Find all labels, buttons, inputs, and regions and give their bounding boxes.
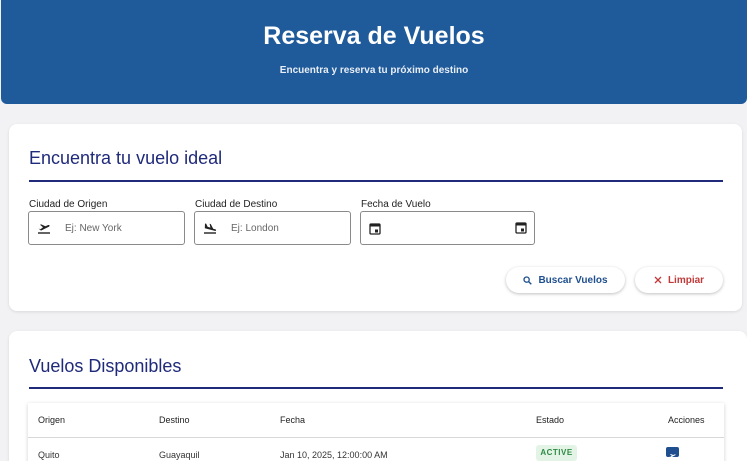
column-header-actions: Acciones	[668, 415, 705, 425]
row-date: Jan 10, 2025, 12:00:00 AM	[280, 450, 388, 460]
search-flights-label: Buscar Vuelos	[538, 274, 608, 286]
origin-placeholder: Ej: New York	[65, 223, 122, 234]
origin-label: Ciudad de Origen	[29, 199, 108, 210]
date-label: Fecha de Vuelo	[361, 199, 431, 210]
flight-land-icon	[204, 223, 217, 234]
search-section-title: Encuentra tu vuelo ideal	[29, 148, 223, 168]
page-subtitle: Encuentra y reserva tu próximo destino	[279, 65, 469, 76]
column-header-origin[interactable]: Origen	[38, 415, 65, 425]
calendar-icon	[369, 223, 381, 235]
column-header-destination[interactable]: Destino	[159, 415, 190, 425]
destination-field[interactable]: Ej: London	[194, 211, 351, 245]
close-icon	[654, 276, 662, 284]
column-header-date[interactable]: Fecha	[280, 415, 305, 425]
flights-section-divider	[29, 387, 723, 389]
table-header: Origen Destino Fecha Estado Acciones	[28, 403, 724, 438]
row-origin: Quito	[38, 450, 60, 460]
flights-table: Origen Destino Fecha Estado Acciones Qui…	[28, 403, 724, 461]
destination-placeholder: Ej: London	[231, 223, 279, 234]
status-badge: ACTIVE	[536, 445, 577, 461]
column-header-status[interactable]: Estado	[536, 415, 564, 425]
airplane-ticket-icon	[669, 454, 676, 458]
clear-label: Limpiar	[667, 274, 705, 286]
search-icon	[523, 275, 533, 285]
page-header: Reserva de Vuelos Encuentra y reserva tu…	[1, 0, 747, 104]
flight-takeoff-icon	[38, 224, 50, 234]
origin-field[interactable]: Ej: New York	[28, 211, 185, 245]
book-flight-button[interactable]	[666, 447, 679, 458]
row-destination: Guayaquil	[159, 450, 200, 460]
search-card: Encuentra tu vuelo ideal Ciudad de Orige…	[9, 124, 742, 311]
flights-section-title: Vuelos Disponibles	[29, 356, 182, 376]
calendar-picker-icon[interactable]	[515, 221, 527, 234]
date-field[interactable]	[360, 211, 535, 245]
destination-label: Ciudad de Destino	[195, 199, 278, 210]
page-title: Reserva de Vuelos	[263, 22, 485, 50]
flights-card: Vuelos Disponibles Origen Destino Fecha …	[9, 331, 747, 461]
search-section-divider	[29, 180, 723, 182]
clear-button[interactable]: Limpiar	[635, 267, 723, 293]
search-flights-button[interactable]: Buscar Vuelos	[506, 267, 625, 293]
